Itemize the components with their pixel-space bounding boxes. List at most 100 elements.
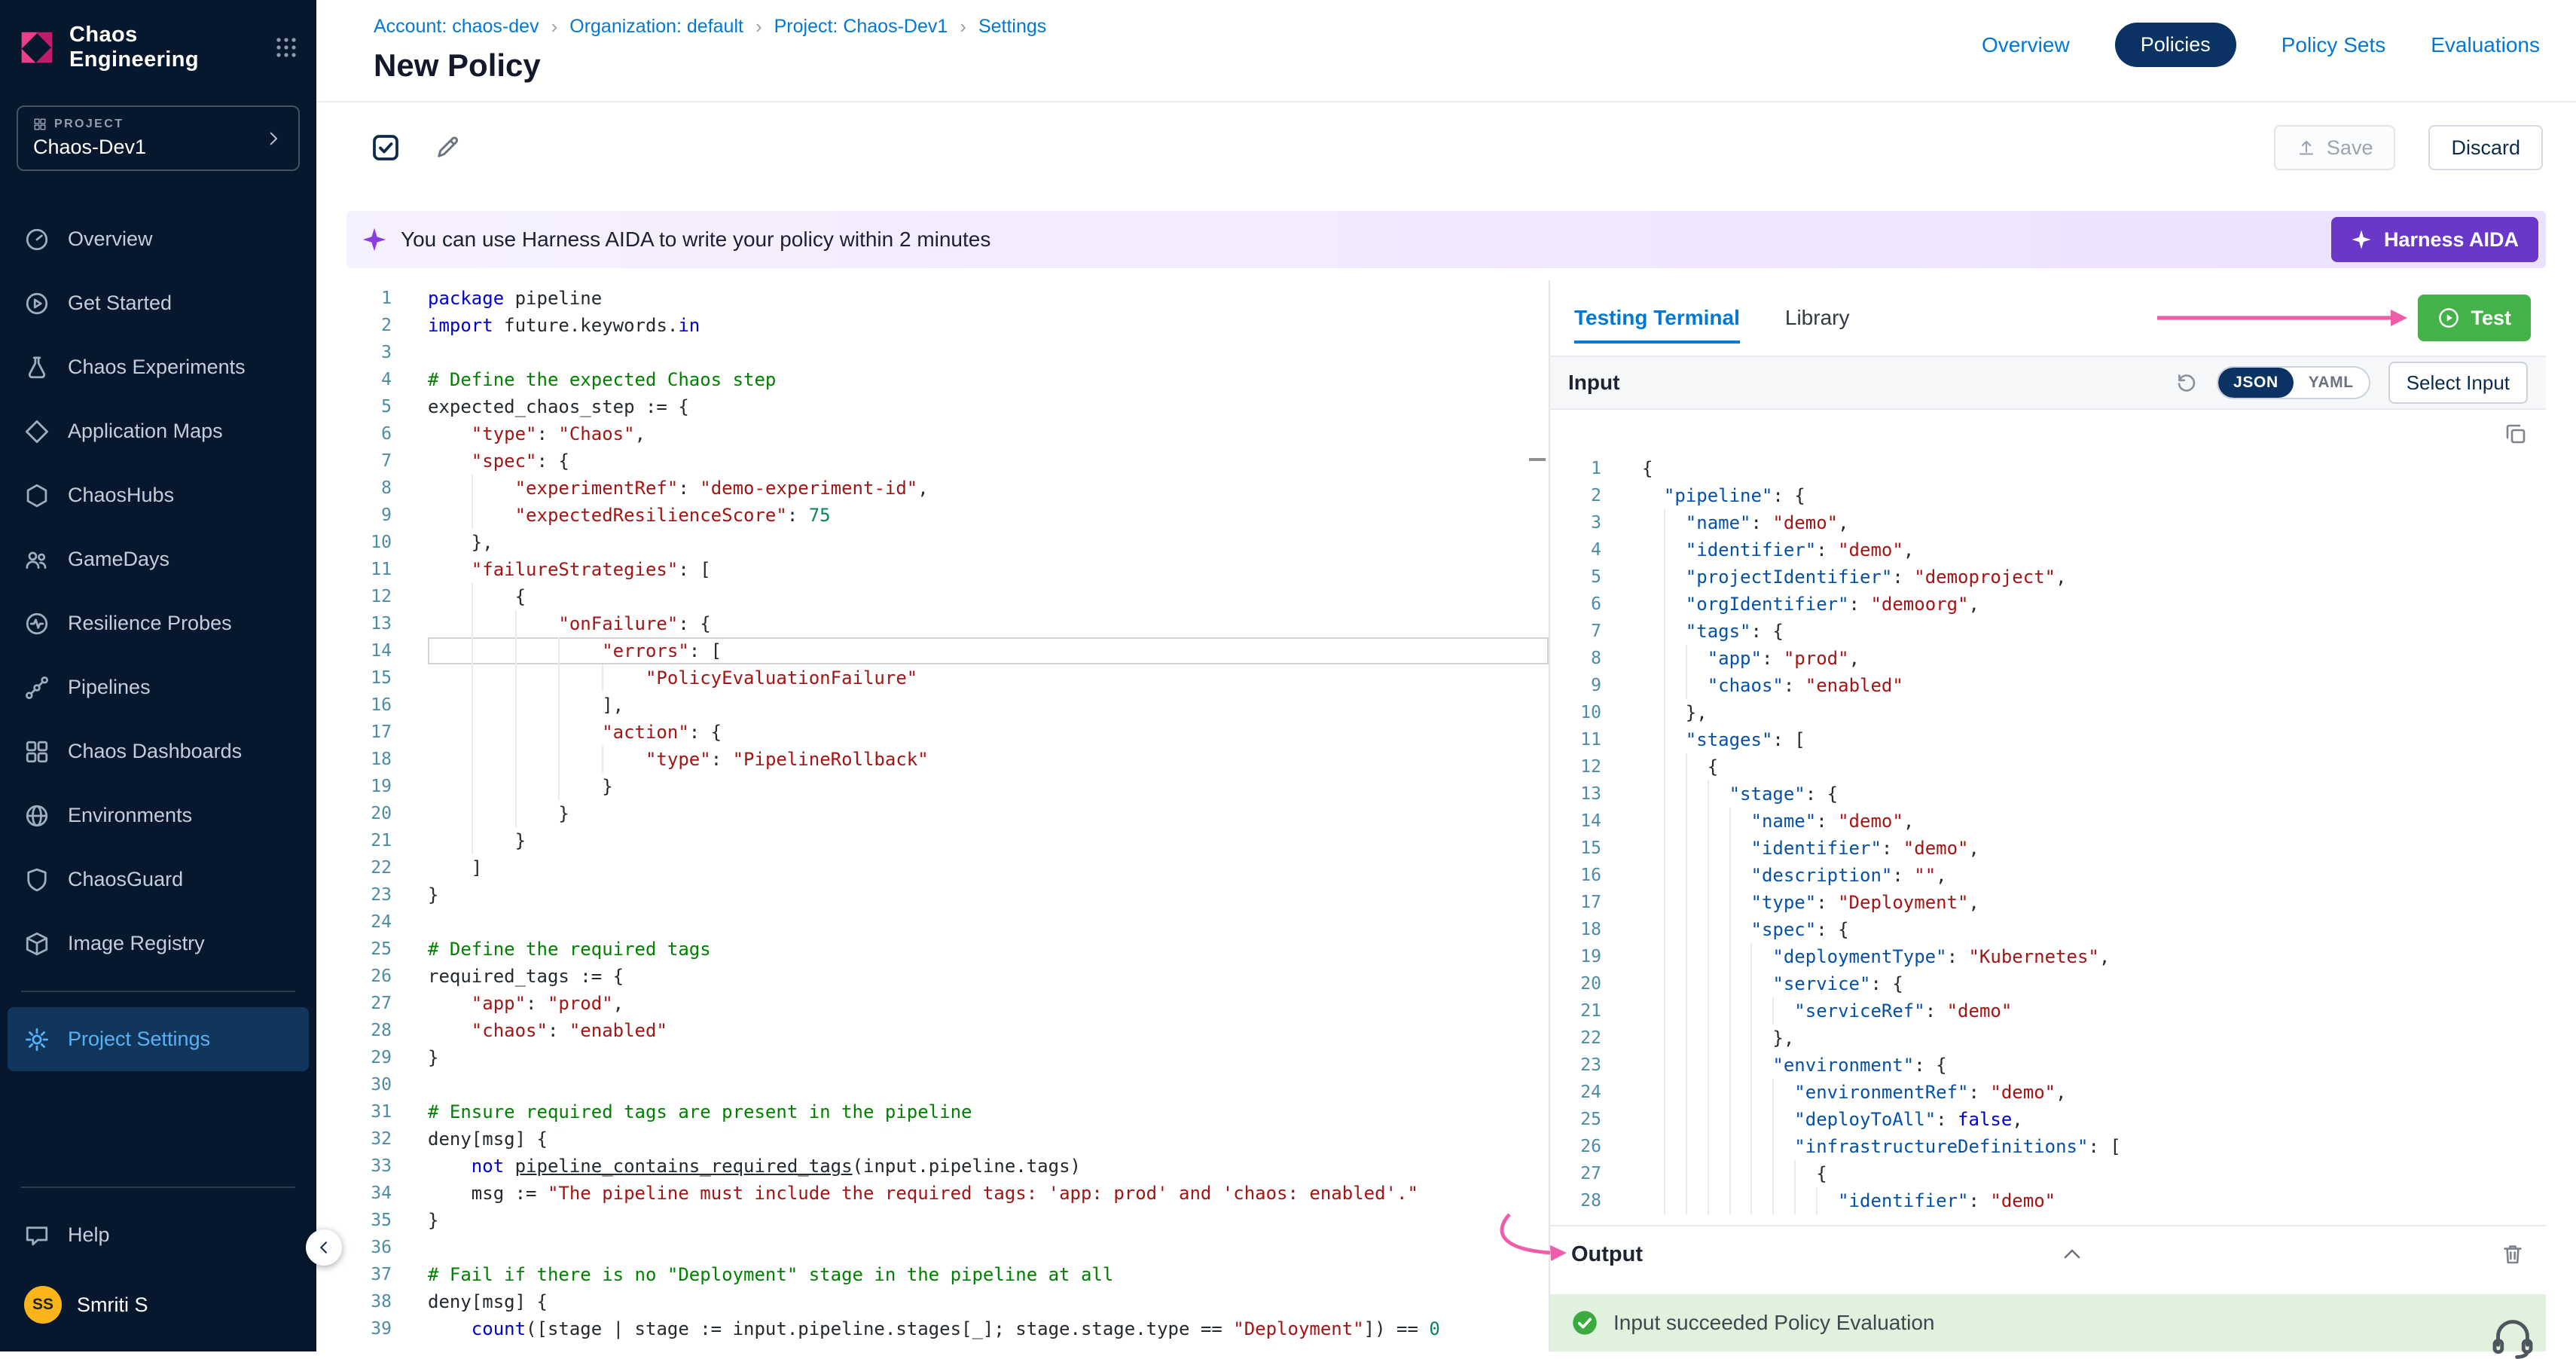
code-line: 2import future.keywords.in [346, 312, 1549, 339]
code-line: 15 "identifier": "demo", [1550, 835, 2546, 862]
code-line: 31# Ensure required tags are present in … [346, 1098, 1549, 1125]
main-content: Account: chaos-dev›Organization: default… [316, 0, 2576, 1351]
evaluation-status-bar: Input succeeded Policy Evaluation [1550, 1294, 2546, 1351]
save-button[interactable]: Save [2274, 125, 2396, 170]
testing-terminal-panel: Testing TerminalLibrary Test Input JSONY… [1549, 280, 2546, 1351]
line-number: 15 [346, 664, 392, 692]
evaluation-status-text: Input succeeded Policy Evaluation [1613, 1311, 1935, 1335]
code-line: 5 "projectIdentifier": "demoproject", [1550, 563, 2546, 591]
edit-pencil-icon[interactable] [434, 134, 461, 161]
breadcrumb-link[interactable]: Project: Chaos-Dev1 [774, 16, 948, 38]
sidebar-item-label: Environments [68, 804, 192, 827]
trash-icon[interactable] [2501, 1242, 2525, 1266]
chaos-dashboards-icon [24, 739, 50, 765]
user-menu[interactable]: SS Smriti S [0, 1267, 316, 1342]
code-line: 6 "orgIdentifier": "demoorg", [1550, 591, 2546, 618]
line-number: 11 [1550, 726, 1601, 753]
help-label: Help [68, 1223, 110, 1247]
application-maps-icon [24, 419, 50, 444]
code-line: 32deny[msg] { [346, 1125, 1549, 1153]
line-number: 6 [1550, 591, 1601, 618]
terminal-tab-testing-terminal[interactable]: Testing Terminal [1574, 280, 1740, 356]
sidebar-item-chaosguard[interactable]: ChaosGuard [8, 847, 309, 912]
line-number: 27 [346, 990, 392, 1017]
chaos-engineering-logo-icon [18, 29, 56, 66]
sidebar-divider [21, 1186, 295, 1188]
support-headset-icon[interactable] [2490, 1314, 2535, 1359]
code-line: 25# Define the required tags [346, 936, 1549, 963]
code-line: 16 "description": "", [1550, 862, 2546, 889]
editor-overview-mark [1529, 458, 1546, 461]
code-line: 21 "serviceRef": "demo" [1550, 997, 2546, 1025]
tab-policy-sets[interactable]: Policy Sets [2281, 33, 2386, 57]
breadcrumb-link[interactable]: Account: chaos-dev [374, 16, 539, 38]
chaoshubs-icon [24, 483, 50, 508]
workspace: 1package pipeline2import future.keywords… [346, 280, 2546, 1351]
input-json-editor[interactable]: 1{2 "pipeline": {3 "name": "demo",4 "ide… [1550, 410, 2546, 1225]
code-line: 37# Fail if there is no "Deployment" sta… [346, 1261, 1549, 1288]
code-line: 7 "spec": { [346, 447, 1549, 475]
sidebar-item-gamedays[interactable]: GameDays [8, 527, 309, 591]
gamedays-icon [24, 547, 50, 573]
format-option-yaml[interactable]: YAML [2294, 368, 2369, 398]
sidebar-item-label: GameDays [68, 548, 169, 571]
code-line: 12 { [346, 583, 1549, 610]
code-line: 24 "environmentRef": "demo", [1550, 1079, 2546, 1106]
sidebar-item-image-registry[interactable]: Image Registry [8, 912, 309, 976]
code-line: 27 { [1550, 1160, 2546, 1187]
code-line: 26required_tags := { [346, 963, 1549, 990]
test-button[interactable]: Test [2418, 295, 2531, 341]
sidebar-item-resilience-probes[interactable]: Resilience Probes [8, 591, 309, 655]
sidebar-item-chaos-experiments[interactable]: Chaos Experiments [8, 335, 309, 399]
code-line: 2 "pipeline": { [1550, 482, 2546, 509]
sidebar-item-chaoshubs[interactable]: ChaosHubs [8, 463, 309, 527]
policy-check-icon[interactable] [371, 133, 401, 163]
format-option-json[interactable]: JSON [2218, 368, 2294, 398]
sidebar-item-label: Project Settings [68, 1028, 210, 1051]
line-number: 10 [1550, 699, 1601, 726]
line-number: 4 [1550, 536, 1601, 563]
sidebar-item-overview[interactable]: Overview [8, 207, 309, 271]
harness-aida-button[interactable]: Harness AIDA [2331, 217, 2538, 262]
sidebar-item-chaos-dashboards[interactable]: Chaos Dashboards [8, 719, 309, 783]
sidebar-collapse-button[interactable] [306, 1229, 342, 1266]
aida-banner-text: You can use Harness AIDA to write your p… [401, 228, 2331, 252]
project-selector[interactable]: PROJECT Chaos-Dev1 [17, 105, 300, 171]
sidebar-item-environments[interactable]: Environments [8, 783, 309, 847]
sidebar-item-application-maps[interactable]: Application Maps [8, 399, 309, 463]
policy-code-editor[interactable]: 1package pipeline2import future.keywords… [346, 280, 1549, 1351]
tab-policies[interactable]: Policies [2115, 23, 2236, 67]
discard-button[interactable]: Discard [2428, 125, 2543, 170]
line-number: 17 [346, 719, 392, 746]
chaos-experiments-icon [24, 355, 50, 380]
tab-evaluations[interactable]: Evaluations [2431, 33, 2540, 57]
select-input-button[interactable]: Select Input [2388, 362, 2528, 404]
copy-icon[interactable] [2504, 422, 2528, 446]
sidebar-item-help[interactable]: Help [8, 1203, 309, 1267]
policy-code-lines: 1package pipeline2import future.keywords… [346, 285, 1549, 1342]
tab-overview[interactable]: Overview [1982, 33, 2070, 57]
code-line: 9 "chaos": "enabled" [1550, 672, 2546, 699]
sidebar-item-project-settings[interactable]: Project Settings [8, 1007, 309, 1071]
collapse-output-button[interactable] [1643, 1242, 2501, 1266]
code-line: 30 [346, 1071, 1549, 1098]
line-number: 32 [346, 1125, 392, 1153]
apps-grid-icon[interactable] [274, 35, 298, 60]
code-line: 21 } [346, 827, 1549, 854]
terminal-tab-library[interactable]: Library [1785, 280, 1850, 356]
avatar: SS [24, 1286, 62, 1324]
line-number: 8 [1550, 645, 1601, 672]
sidebar-item-get-started[interactable]: Get Started [8, 271, 309, 335]
sparkle-icon [2351, 229, 2372, 250]
sparkle-icon [362, 227, 387, 252]
code-line: 3 [346, 339, 1549, 366]
breadcrumb-link[interactable]: Settings [978, 16, 1046, 38]
sidebar-menu: OverviewGet StartedChaos ExperimentsAppl… [0, 207, 316, 1071]
line-number: 5 [1550, 563, 1601, 591]
line-number: 11 [346, 556, 392, 583]
line-number: 15 [1550, 835, 1601, 862]
reset-input-icon[interactable] [2175, 371, 2199, 395]
breadcrumb-link[interactable]: Organization: default [569, 16, 743, 38]
line-number: 26 [1550, 1133, 1601, 1160]
sidebar-item-pipelines[interactable]: Pipelines [8, 655, 309, 719]
